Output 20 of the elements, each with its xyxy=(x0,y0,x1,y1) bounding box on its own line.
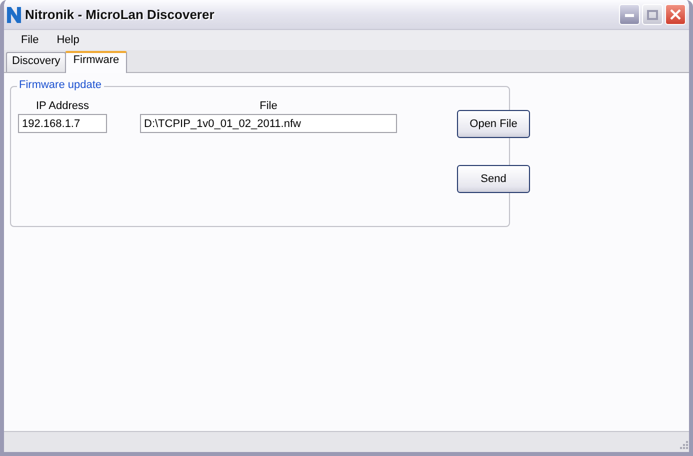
menu-item[interactable]: File xyxy=(12,34,48,46)
ip-address-label: IP Address xyxy=(36,100,89,112)
maximize-icon xyxy=(647,10,658,20)
file-field[interactable]: D:\TCPIP_1v0_01_02_2011.nfw xyxy=(140,114,397,133)
minimize-icon xyxy=(625,12,634,16)
menu-item[interactable]: Help xyxy=(48,34,88,46)
app-logo-icon xyxy=(7,6,21,22)
action-button[interactable]: Open File xyxy=(457,110,530,138)
close-button[interactable] xyxy=(665,4,686,25)
minimize-button[interactable] xyxy=(619,4,640,25)
close-icon xyxy=(670,9,681,20)
ip-address-field[interactable]: 192.168.1.7 xyxy=(18,114,107,133)
resize-grip-icon[interactable] xyxy=(677,440,689,452)
window-title: Nitronik - MicroLan Discoverer xyxy=(25,7,216,22)
group-title: Firmware update xyxy=(17,79,104,91)
tab[interactable]: Discovery xyxy=(6,52,66,72)
maximize-button[interactable] xyxy=(642,4,663,25)
tab[interactable]: Firmware xyxy=(65,51,128,73)
file-label: File xyxy=(260,100,278,112)
action-button[interactable]: Send xyxy=(457,165,530,193)
